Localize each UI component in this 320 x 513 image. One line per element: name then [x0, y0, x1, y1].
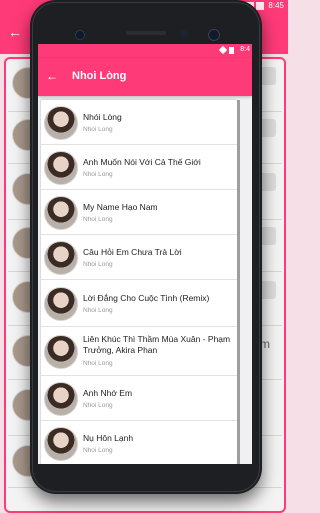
song-artist: Nhoi Long	[83, 261, 113, 268]
list-item[interactable]: Anh Nhớ Em Nhoi Long	[41, 376, 237, 421]
list-item[interactable]: Câu Hỏi Em Chưa Trả Lời Nhoi Long	[41, 235, 237, 280]
song-title: Lời Đắng Cho Cuộc Tình (Remix)	[83, 293, 210, 303]
list-item[interactable]: Lời Đắng Cho Cuộc Tình (Remix) Nhoi Long	[41, 280, 237, 327]
song-artist: Nhoi Long	[83, 360, 113, 367]
song-title: Nụ Hôn Lạnh	[83, 433, 134, 443]
song-title: My Name Hạo Nam	[83, 202, 158, 212]
battery-icon	[256, 2, 264, 10]
phone-screen: 8:4 ← Nhoi Lòng Nhói Lòng Nhoi Long Anh …	[38, 44, 252, 464]
list-item[interactable]: Nụ Hôn Lạnh Nhoi Long	[41, 421, 237, 464]
status-bar: 8:4	[38, 44, 252, 58]
avatar	[44, 287, 78, 321]
page-title: Nhoi Lòng	[72, 70, 127, 82]
song-artist: Nhoi Long	[83, 447, 113, 454]
background-back-arrow-icon[interactable]: ←	[8, 24, 22, 40]
status-clock: 8:4	[240, 46, 250, 53]
avatar	[44, 151, 78, 185]
avatar	[44, 241, 78, 275]
song-artist: Nhoi Long	[83, 126, 113, 133]
song-artist: Nhoi Long	[83, 171, 113, 178]
list-item[interactable]: Liên Khúc Thì Thầm Mùa Xuân - Phạm Trưởn…	[41, 327, 237, 376]
earpiece-speaker	[126, 31, 166, 35]
song-title: Nhói Lòng	[83, 112, 122, 122]
song-list: Nhói Lòng Nhoi Long Anh Muốn Nói Với Cả …	[41, 100, 237, 464]
scrollbar-thumb[interactable]	[237, 100, 240, 464]
list-item[interactable]: Anh Muốn Nói Với Cả Thế Giới Nhoi Long	[41, 145, 237, 190]
avatar	[44, 106, 78, 140]
song-artist: Nhoi Long	[83, 402, 113, 409]
wifi-icon	[218, 45, 228, 55]
avatar	[44, 196, 78, 230]
iris-scanner-icon	[208, 29, 220, 41]
proximity-sensor	[180, 30, 187, 37]
avatar	[44, 382, 78, 416]
back-arrow-icon[interactable]: ←	[46, 69, 58, 83]
avatar	[44, 427, 78, 461]
song-title: Anh Nhớ Em	[83, 388, 133, 398]
background-clock: 8:45	[268, 1, 284, 10]
avatar	[44, 335, 78, 369]
signal-icon	[229, 47, 234, 54]
list-item[interactable]: My Name Hạo Nam Nhoi Long	[41, 190, 237, 235]
list-item[interactable]: Nhói Lòng Nhoi Long	[41, 100, 237, 145]
app-toolbar: ← Nhoi Lòng	[38, 58, 252, 96]
song-title: Anh Muốn Nói Với Cả Thế Giới	[83, 157, 201, 167]
song-title: Liên Khúc Thì Thầm Mùa Xuân - Phạm Trưởn…	[83, 334, 231, 355]
song-artist: Nhoi Long	[83, 216, 113, 223]
front-camera-icon	[75, 30, 85, 40]
scrollbar[interactable]	[237, 100, 240, 464]
song-title: Câu Hỏi Em Chưa Trả Lời	[83, 247, 182, 257]
song-artist: Nhoi Long	[83, 307, 113, 314]
phone-mockup: 8:4 ← Nhoi Lòng Nhói Lòng Nhoi Long Anh …	[30, 0, 262, 494]
